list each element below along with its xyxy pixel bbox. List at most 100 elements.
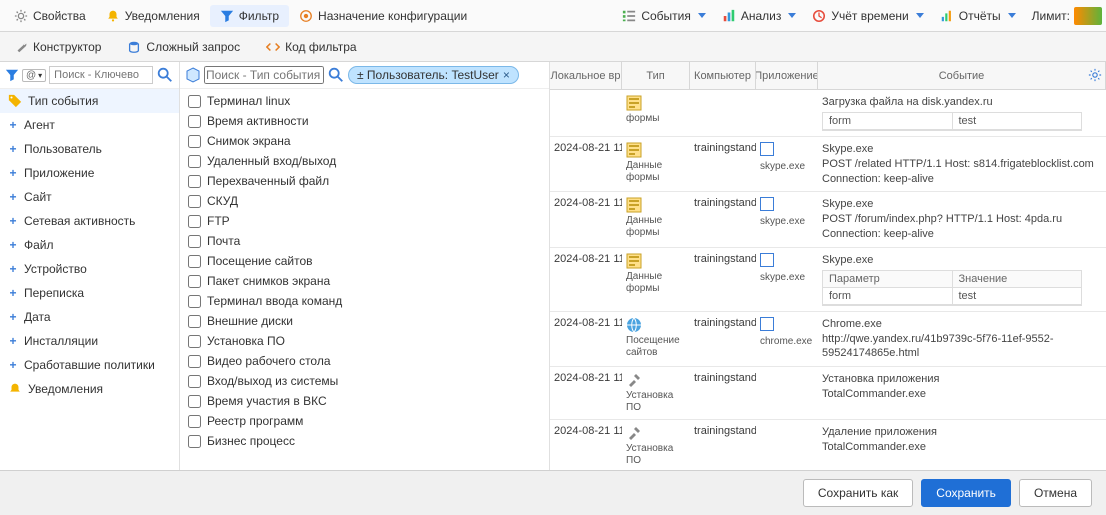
category-10[interactable]: +Инсталляции — [0, 329, 179, 353]
event-type-label: Установка ПО — [207, 334, 285, 348]
funnel-icon[interactable] — [5, 68, 19, 82]
grid-row[interactable]: 2024-08-21 11Данные формыtrainingstandsk… — [550, 137, 1106, 193]
event-type-checkbox[interactable] — [188, 235, 201, 248]
event-type-checkbox[interactable] — [188, 415, 201, 428]
keyword-search-input[interactable] — [49, 66, 153, 84]
subtab-constructor[interactable]: Конструктор — [8, 36, 107, 58]
grid-row[interactable]: 2024-08-21 11Установка ПОtrainingstandУс… — [550, 367, 1106, 420]
cell-app: skype.exe — [756, 140, 818, 189]
tab-properties[interactable]: Свойства — [4, 5, 96, 27]
event-type-checkbox[interactable] — [188, 195, 201, 208]
event-type-6[interactable]: FTP — [180, 211, 549, 231]
category-6[interactable]: +Файл — [0, 233, 179, 257]
event-type-checkbox[interactable] — [188, 335, 201, 348]
event-type-4[interactable]: Перехваченный файл — [180, 171, 549, 191]
event-type-15[interactable]: Время участия в ВКС — [180, 391, 549, 411]
event-type-12[interactable]: Установка ПО — [180, 331, 549, 351]
event-type-checkbox[interactable] — [188, 295, 201, 308]
limit-indicator[interactable] — [1074, 7, 1102, 25]
event-type-checkbox[interactable] — [188, 215, 201, 228]
save-as-button[interactable]: Сохранить как — [803, 479, 913, 507]
grid-row[interactable]: 2024-08-21 11Данные формыtrainingstandsk… — [550, 192, 1106, 248]
filter-chip-user[interactable]: ± Пользователь: TestUser × — [348, 66, 519, 84]
event-type-checkbox[interactable] — [188, 135, 201, 148]
event-type-7[interactable]: Почта — [180, 231, 549, 251]
category-label: Тип события — [28, 94, 98, 108]
app-icon — [760, 253, 774, 267]
category-11[interactable]: +Сработавшие политики — [0, 353, 179, 377]
chip-remove-icon[interactable]: × — [503, 68, 510, 82]
event-type-checkbox[interactable] — [188, 435, 201, 448]
category-12[interactable]: Уведомления — [0, 377, 179, 401]
event-type-1[interactable]: Время активности — [180, 111, 549, 131]
event-type-10[interactable]: Терминал ввода команд — [180, 291, 549, 311]
event-type-checkbox[interactable] — [188, 175, 201, 188]
cube-icon[interactable] — [185, 67, 201, 83]
plus-icon: + — [8, 190, 18, 204]
event-type-checkbox[interactable] — [188, 115, 201, 128]
grid-settings-icon[interactable] — [1088, 68, 1102, 82]
col-app[interactable]: Приложение — [756, 62, 818, 89]
tool-reports[interactable]: Отчёты — [932, 5, 1024, 27]
event-type-8[interactable]: Посещение сайтов — [180, 251, 549, 271]
event-type-checkbox[interactable] — [188, 155, 201, 168]
search-icon[interactable] — [327, 66, 345, 84]
category-label: Дата — [24, 310, 51, 324]
event-type-11[interactable]: Внешние диски — [180, 311, 549, 331]
grid-row[interactable]: 2024-08-21 11Данные формыtrainingstandsk… — [550, 248, 1106, 312]
category-label: Переписка — [24, 286, 84, 300]
event-type-checkbox[interactable] — [188, 315, 201, 328]
col-event[interactable]: Событие — [818, 62, 1106, 89]
col-computer[interactable]: Компьютер — [690, 62, 756, 89]
grid-row[interactable]: формыЗагрузка файла на disk.yandex.rufor… — [550, 90, 1106, 137]
category-8[interactable]: +Переписка — [0, 281, 179, 305]
subtab-code[interactable]: Код фильтра — [260, 36, 362, 58]
category-5[interactable]: +Сетевая активность — [0, 209, 179, 233]
grid-row[interactable]: 2024-08-21 11Установка ПОtrainingstandУд… — [550, 420, 1106, 470]
event-type-14[interactable]: Вход/выход из системы — [180, 371, 549, 391]
type-search-input[interactable] — [204, 66, 324, 84]
category-0[interactable]: Тип события — [0, 89, 179, 113]
tab-config[interactable]: Назначение конфигурации — [289, 5, 477, 27]
bars-icon — [722, 9, 736, 23]
category-2[interactable]: +Пользователь — [0, 137, 179, 161]
event-type-checkbox[interactable] — [188, 275, 201, 288]
at-selector[interactable]: @▾ — [22, 69, 46, 82]
bell-icon — [8, 382, 22, 396]
event-type-checkbox[interactable] — [188, 355, 201, 368]
col-time[interactable]: Локальное вр — [550, 62, 622, 89]
category-9[interactable]: +Дата — [0, 305, 179, 329]
event-type-3[interactable]: Удаленный вход/выход — [180, 151, 549, 171]
event-type-16[interactable]: Реестр программ — [180, 411, 549, 431]
event-type-5[interactable]: СКУД — [180, 191, 549, 211]
subtab-complex[interactable]: Сложный запрос — [121, 36, 246, 58]
search-icon[interactable] — [156, 66, 174, 84]
tab-filter[interactable]: Фильтр — [210, 5, 289, 27]
limit-label: Лимит: — [1032, 9, 1070, 23]
save-button[interactable]: Сохранить — [921, 479, 1011, 507]
category-1[interactable]: +Агент — [0, 113, 179, 137]
event-type-checkbox[interactable] — [188, 95, 201, 108]
event-type-checkbox[interactable] — [188, 375, 201, 388]
tool-time[interactable]: Учёт времени — [804, 5, 931, 27]
cell-event: Skype.exePOST /related HTTP/1.1 Host: s8… — [818, 140, 1106, 189]
event-type-0[interactable]: Терминал linux — [180, 91, 549, 111]
cancel-button[interactable]: Отмена — [1019, 479, 1092, 507]
event-type-label: Реестр программ — [207, 414, 303, 428]
event-type-17[interactable]: Бизнес процесс — [180, 431, 549, 451]
event-type-9[interactable]: Пакет снимков экрана — [180, 271, 549, 291]
param-table: formtest — [822, 112, 1082, 131]
event-type-checkbox[interactable] — [188, 395, 201, 408]
category-7[interactable]: +Устройство — [0, 257, 179, 281]
grid-row[interactable]: 2024-08-21 11Посещение сайтовtrainingsta… — [550, 312, 1106, 368]
tab-notifications[interactable]: Уведомления — [96, 5, 210, 27]
event-type-13[interactable]: Видео рабочего стола — [180, 351, 549, 371]
col-type[interactable]: Тип — [622, 62, 690, 89]
tool-events[interactable]: События — [614, 5, 714, 27]
code-icon — [266, 40, 280, 54]
category-3[interactable]: +Приложение — [0, 161, 179, 185]
category-4[interactable]: +Сайт — [0, 185, 179, 209]
event-type-checkbox[interactable] — [188, 255, 201, 268]
event-type-2[interactable]: Снимок экрана — [180, 131, 549, 151]
tool-analysis[interactable]: Анализ — [714, 5, 805, 27]
